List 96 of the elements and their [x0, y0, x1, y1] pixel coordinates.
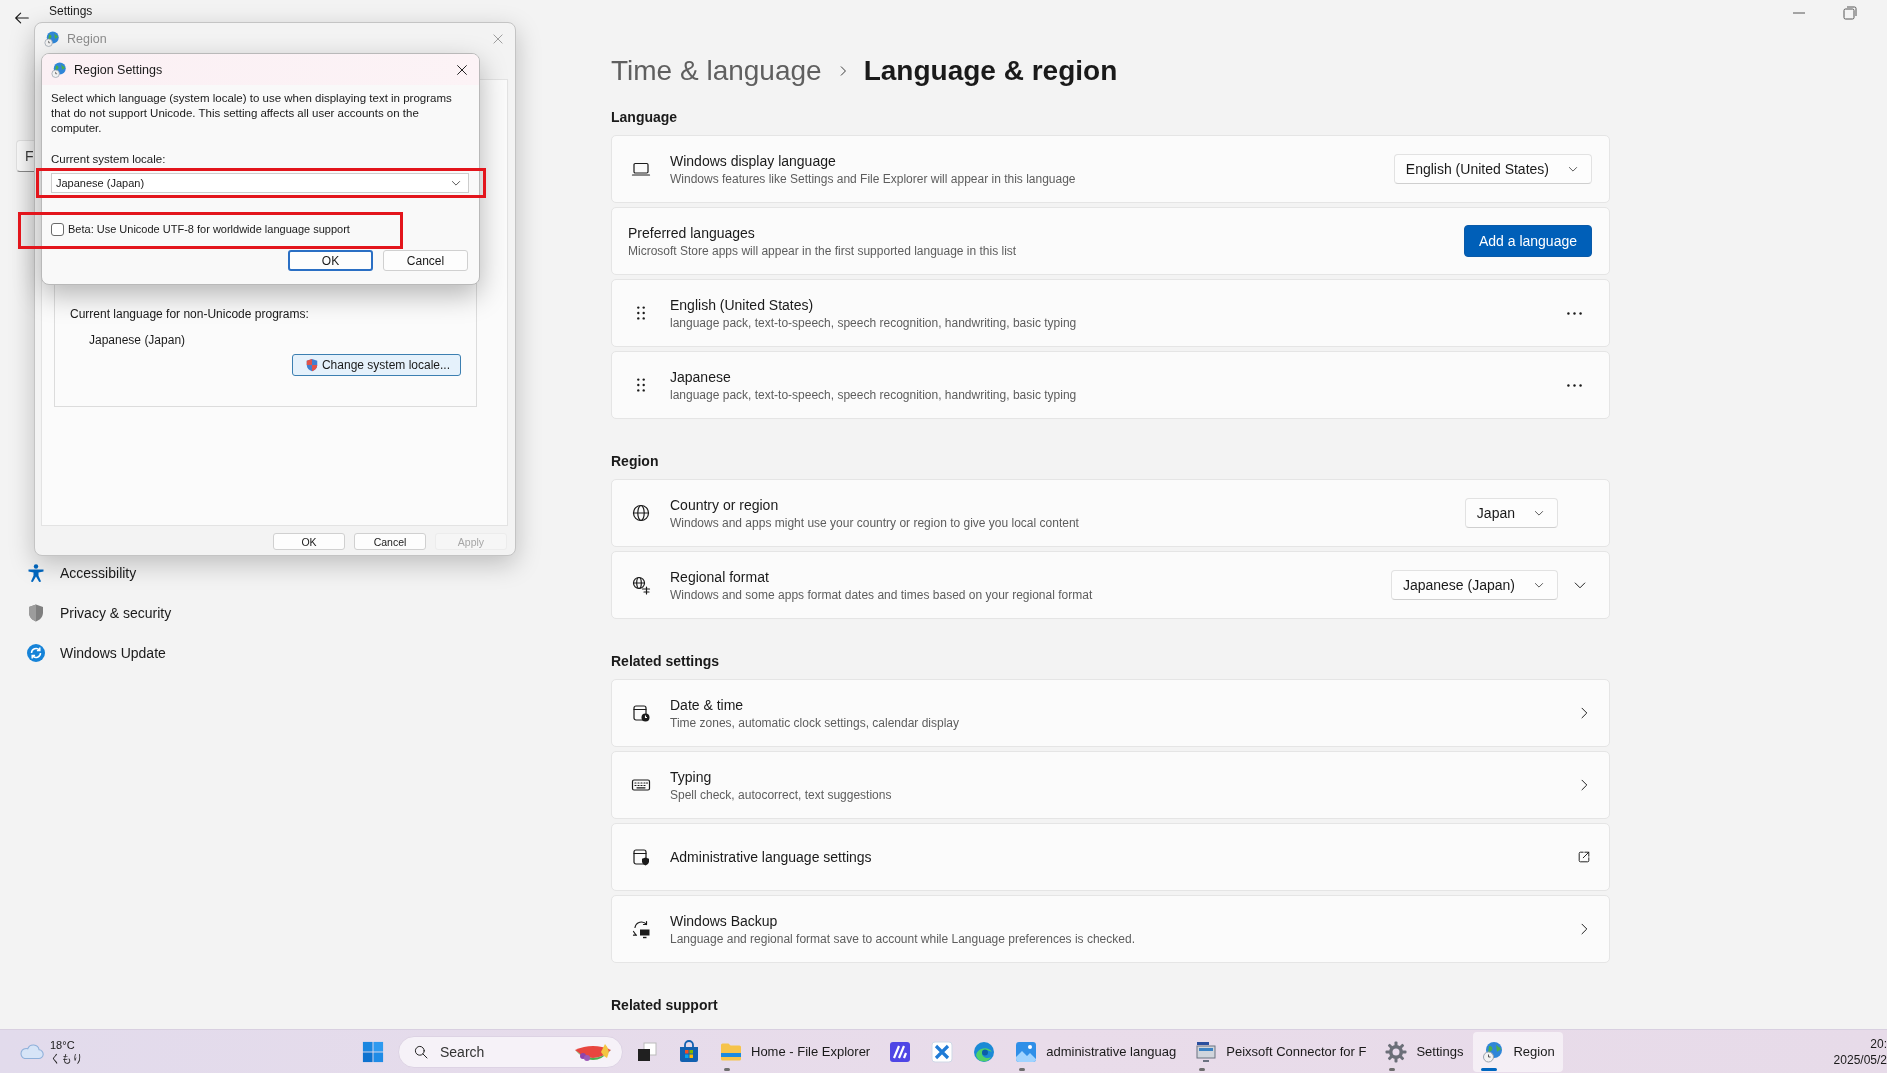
back-arrow-icon [13, 9, 31, 27]
clock-date: 2025/05/2 [1833, 1051, 1887, 1068]
shield-icon [26, 603, 46, 623]
section-heading: Related support [611, 996, 719, 1015]
app-icon [888, 1039, 913, 1064]
setting-card[interactable]: Administrative language settings [611, 823, 1610, 891]
section-heading: Language [611, 108, 679, 127]
breadcrumb-parent[interactable]: Time & language [611, 55, 822, 87]
restore-icon [1840, 3, 1860, 23]
browser-icon [972, 1039, 997, 1064]
start-icon [362, 1040, 384, 1063]
sync-monitor-icon [631, 919, 651, 939]
section-heading: Region [611, 452, 660, 471]
setting-card[interactable]: Windows display language Windows features like Settings and File Explorer will appear in this language English (United States) [611, 135, 1610, 203]
setting-card[interactable]: English (United States) language pack, text-to-speech, speech recognition, handwriting, basic typing [611, 279, 1610, 347]
setting-title: Date & time [670, 696, 745, 713]
window-title: Region [67, 32, 107, 46]
clock-time: 20: [1870, 1035, 1887, 1052]
dropdown[interactable]: Japanese (Japan) [1390, 570, 1558, 600]
setting-card[interactable]: Windows Backup Language and regional format save to account while Language preferences is checked. [611, 895, 1610, 963]
sidebar-item[interactable]: Accessibility [16, 557, 296, 589]
bag-icon [677, 1039, 701, 1064]
shield-icon [304, 358, 319, 372]
field-label: Current system locale: [51, 153, 167, 167]
more-icon [1566, 383, 1582, 387]
description-text: Select which language (system locale) to use when displaying text in programs that do not support Unicode. This setting affects all user accounts on the computer. [51, 91, 453, 136]
field-value: Japanese (Japan) [89, 333, 187, 347]
setting-title: Windows Backup [670, 912, 779, 929]
dropdown[interactable]: English (United States) [1393, 154, 1592, 184]
setting-title: Japanese [670, 368, 732, 385]
dialog-button[interactable]: OK [273, 533, 345, 550]
setting-description: Windows and some apps format dates and times based on your regional format [670, 587, 1093, 602]
taskbar-button[interactable]: Region [1473, 1031, 1563, 1072]
setting-description: Language and regional format save to account while Language preferences is checked. [670, 931, 1135, 946]
setting-title: Country or region [670, 496, 780, 513]
setting-card[interactable]: Preferred languages Microsoft Store apps will appear in the first supported language in this list Add a language [611, 207, 1610, 275]
page-title: Language & region [863, 55, 1118, 87]
setting-card[interactable]: Typing Spell check, autocorrect, text suggestions [611, 751, 1610, 819]
globe-icon [50, 60, 68, 79]
locale-dropdown[interactable]: Japanese (Japan) [51, 173, 469, 193]
dialog-button[interactable]: Cancel [383, 250, 468, 271]
field-label: Current language for non-Unicode programs: [70, 307, 310, 321]
gear-icon [1384, 1039, 1409, 1064]
checkbox-label: Beta: Use Unicode UTF-8 for worldwide language support [68, 223, 350, 235]
squares-icon [635, 1039, 659, 1064]
setting-card[interactable]: Regional format Windows and some apps format dates and times based on your regional format Japanese (Japan) [611, 551, 1610, 619]
setting-title: English (United States) [670, 296, 815, 313]
weather-condition: くもり [50, 1051, 83, 1065]
sidebar-item[interactable]: Privacy & security [16, 597, 296, 629]
temperature: 18°C [50, 1038, 76, 1052]
setting-title: Preferred languages [628, 224, 756, 241]
dialog-button[interactable]: OK [288, 250, 373, 271]
calendar-clock-icon [631, 703, 651, 723]
taskbar-button[interactable]: Peixsoft Connector for F [1186, 1031, 1375, 1072]
setting-title: Typing [670, 768, 713, 785]
setting-title: Windows display language [670, 152, 837, 169]
setting-title: Administrative language settings [670, 849, 872, 865]
globe-icon [43, 30, 61, 48]
setting-card[interactable]: Date & time Time zones, automatic clock settings, calendar display [611, 679, 1610, 747]
taskbar-button[interactable]: Settings [1376, 1031, 1472, 1072]
region-format-icon [631, 575, 651, 595]
setting-title: Regional format [670, 568, 770, 585]
taskbar-button[interactable]: Home - File Explorer [711, 1031, 879, 1072]
setting-description: Windows and apps might use your country or region to give you local content [670, 515, 1079, 530]
section-heading: Related settings [611, 652, 721, 671]
dialog-title: Region Settings [74, 62, 163, 77]
search-icon [413, 1043, 429, 1060]
setting-card[interactable]: Japanese language pack, text-to-speech, speech recognition, handwriting, basic typing [611, 351, 1610, 419]
external-link-icon [1576, 849, 1592, 865]
setting-description: language pack, text-to-speech, speech recognition, handwriting, basic typing [670, 387, 1077, 402]
setting-description: Microsoft Store apps will appear in the first supported language in this list [628, 243, 1017, 258]
window-shield-icon [631, 847, 651, 867]
accessibility-icon [26, 563, 46, 583]
setting-description: Windows features like Settings and File Explorer will appear in this language [670, 171, 1076, 186]
minimize-icon [1793, 12, 1805, 14]
search-field[interactable]: F [16, 140, 34, 172]
window-title: Settings [49, 4, 93, 18]
setting-description: Time zones, automatic clock settings, calendar display [670, 715, 960, 730]
checkbox[interactable] [51, 222, 64, 236]
search-field[interactable]: Search [398, 1035, 623, 1068]
setting-description: Spell check, autocorrect, text suggestions [670, 787, 892, 802]
change-locale-button[interactable]: Change system locale... [291, 354, 461, 376]
setting-card[interactable]: Country or region Windows and apps might use your country or region to give you local content Japan [611, 479, 1610, 547]
monitor-icon [1194, 1039, 1219, 1064]
dropdown[interactable]: Japan [1464, 498, 1558, 528]
back-button[interactable] [13, 9, 31, 27]
add-button[interactable]: Add a language [1463, 225, 1592, 257]
dialog-button[interactable]: Cancel [354, 533, 426, 550]
cross-icon [930, 1039, 955, 1064]
sync-icon [26, 643, 46, 663]
globe-icon [631, 503, 651, 523]
setting-description: language pack, text-to-speech, speech recognition, handwriting, basic typing [670, 315, 1077, 330]
photo-icon [1014, 1039, 1039, 1064]
taskbar-button[interactable]: administrative languag [1006, 1031, 1185, 1072]
sidebar-item[interactable]: Windows Update [16, 637, 296, 669]
more-icon [1566, 311, 1582, 315]
